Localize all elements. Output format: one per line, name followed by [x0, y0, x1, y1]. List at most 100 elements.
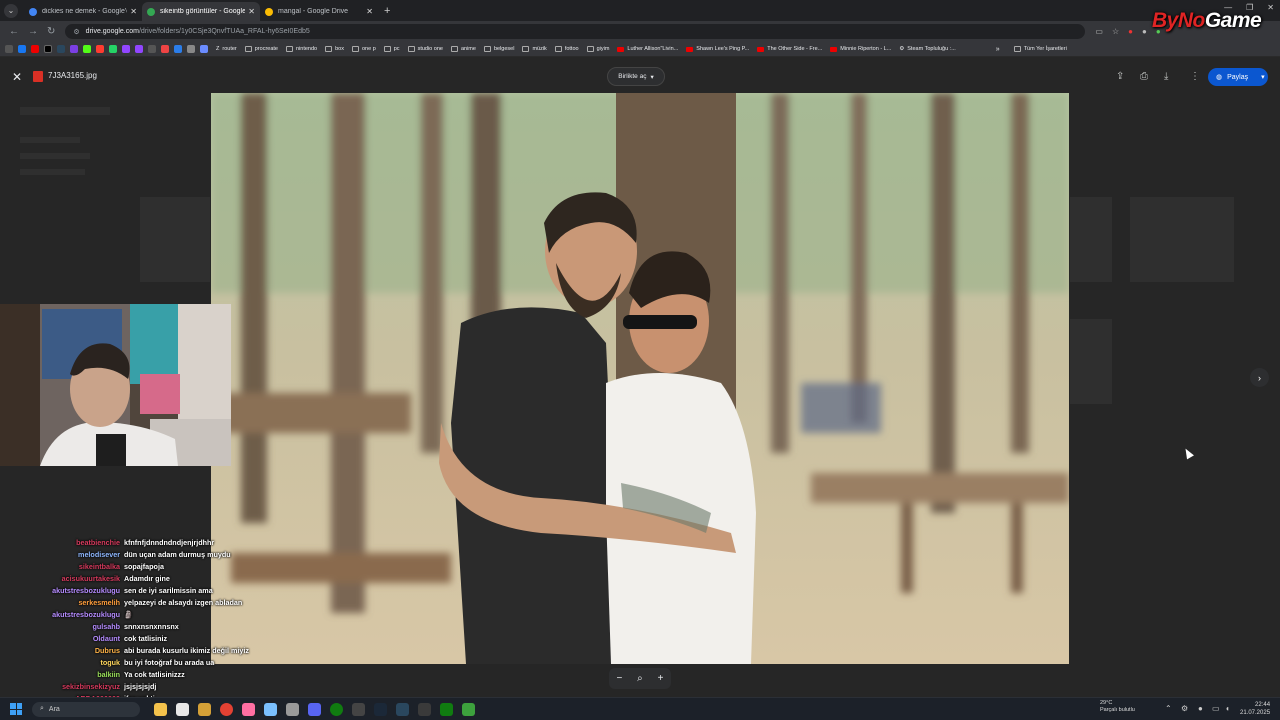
bookmark-folder[interactable]: giyim [586, 46, 609, 52]
windows-start-icon[interactable] [10, 703, 22, 715]
network-icon[interactable]: ▭ [1212, 704, 1220, 713]
facebook-icon[interactable] [18, 45, 26, 53]
chat-username[interactable]: akutstresbozuklugu [0, 586, 124, 595]
new-tab-icon[interactable]: + [384, 5, 390, 17]
bookmark-folder[interactable]: anime [450, 46, 476, 52]
tab-search-icon[interactable]: ⌄ [4, 3, 18, 18]
share-dropdown-icon[interactable]: ▾ [1261, 73, 1265, 81]
add-to-drive-icon[interactable]: ⇪ [1116, 71, 1124, 82]
bookmark-icon[interactable] [161, 45, 169, 53]
whatsapp-icon[interactable] [109, 45, 117, 53]
bookmark-folder[interactable]: fottoo [554, 46, 579, 52]
chat-username[interactable]: balkiin [0, 670, 124, 679]
back-icon[interactable]: ← [9, 26, 19, 37]
chrome-icon[interactable] [220, 702, 233, 716]
share-button[interactable]: ◍ Paylaş ▾ [1208, 68, 1268, 86]
x-icon[interactable] [44, 45, 52, 53]
chat-username[interactable]: toguk [0, 658, 124, 667]
bookmark-youtube[interactable]: Luther Allison"Livin... [617, 46, 678, 52]
more-bookmarks-icon[interactable]: » [996, 46, 1000, 53]
close-tab-icon[interactable]: ✕ [248, 7, 255, 16]
cast-icon[interactable]: ▭ [1095, 27, 1103, 36]
chat-username[interactable]: sekizbinsekizyuz [0, 682, 124, 691]
bookmark-folder[interactable]: müzik [522, 46, 547, 52]
chat-username[interactable]: melodisever [0, 550, 124, 559]
tab-0[interactable]: dickies ne demek - Google'da A ✕ [24, 2, 142, 21]
download-icon[interactable]: ⤓ [1164, 71, 1168, 82]
close-viewer-icon[interactable]: ✕ [12, 70, 22, 84]
xbox-app-icon[interactable] [440, 702, 453, 716]
twitch-icon[interactable] [122, 45, 130, 53]
file-explorer-icon[interactable] [154, 702, 167, 716]
app-icon[interactable] [418, 702, 431, 716]
bookmark-icon[interactable] [96, 45, 104, 53]
bookmark-youtube[interactable]: The Other Side - Fre... [757, 46, 822, 52]
open-with-button[interactable]: Birlikte aç ▾ [607, 67, 665, 86]
zoom-in-icon[interactable]: + [658, 673, 664, 684]
bookmark-folder[interactable]: studio one [407, 46, 443, 52]
chat-username[interactable]: sikeintbalka [0, 562, 124, 571]
bookmark-star-icon[interactable]: ☆ [1112, 27, 1119, 36]
chat-username[interactable]: serkesmelih [0, 598, 124, 607]
twitch-icon[interactable] [135, 45, 143, 53]
bookmark-youtube[interactable]: Minnie Riperton - L... [830, 46, 891, 52]
chat-username[interactable]: gulsahb [0, 622, 124, 631]
microphone-icon[interactable]: ● [1198, 704, 1203, 713]
settings-icon[interactable]: ⚙ [1181, 704, 1188, 713]
app-icon[interactable] [198, 702, 211, 716]
clock[interactable]: 22:44 21.07.2025 [1240, 701, 1270, 717]
bookmark-router[interactable]: Zrouter [216, 46, 237, 52]
chat-username[interactable]: beatbienchie [0, 538, 124, 547]
steam-icon[interactable] [374, 702, 387, 716]
weather-widget[interactable]: 29°C Parçalı bulutlu [1085, 700, 1135, 714]
reload-icon[interactable]: ↻ [47, 26, 55, 37]
kick-icon[interactable] [83, 45, 91, 53]
xbox-app-icon[interactable] [462, 702, 475, 716]
tray-overflow-icon[interactable]: ⌃ [1165, 704, 1172, 713]
taskbar-search[interactable]: ⌕ Ara [32, 701, 140, 717]
site-info-icon[interactable]: ⚙ [73, 28, 79, 36]
zoom-reset-icon[interactable]: ⌕ [637, 673, 643, 684]
app-icon[interactable] [242, 702, 255, 716]
chat-username[interactable]: akutstresbozuklugu [0, 610, 124, 619]
tab-1[interactable]: sikeintb görüntüler - Google Dr ✕ [142, 2, 260, 21]
bookmark-icon[interactable] [174, 45, 182, 53]
close-tab-icon[interactable]: ✕ [366, 7, 373, 16]
bookmark-folder[interactable]: procreate [244, 46, 278, 52]
chat-username[interactable]: Dubrus [0, 646, 124, 655]
next-image-button[interactable]: › [1250, 368, 1269, 387]
more-options-icon[interactable]: ⋮ [1190, 71, 1200, 82]
zoom-out-icon[interactable]: − [616, 673, 622, 684]
app-icon[interactable] [352, 702, 365, 716]
app-icon[interactable] [286, 702, 299, 716]
bookmark-icon[interactable] [148, 45, 156, 53]
bookmark-folder[interactable]: nintendo [286, 46, 317, 52]
extension-icon[interactable]: ● [1128, 27, 1133, 36]
chat-username[interactable]: Oldaunt [0, 634, 124, 643]
extension-icon[interactable]: ● [1142, 27, 1147, 36]
close-tab-icon[interactable]: ✕ [130, 7, 137, 16]
close-window-icon[interactable]: ✕ [1267, 3, 1274, 12]
xbox-icon[interactable] [330, 702, 343, 716]
bookmark-folder[interactable]: pc [383, 46, 400, 52]
apps-icon[interactable] [5, 45, 13, 53]
forward-icon[interactable]: → [28, 26, 38, 37]
steam-icon[interactable] [396, 702, 409, 716]
discord-icon[interactable] [308, 702, 321, 716]
bookmark-folder[interactable]: belgesel [483, 46, 514, 52]
bookmark-icon[interactable] [70, 45, 78, 53]
chat-username[interactable]: acisukuurtakesik [0, 574, 124, 583]
steam-icon[interactable] [57, 45, 65, 53]
bookmark-folder[interactable]: one p [351, 46, 376, 52]
youtube-icon[interactable] [31, 45, 39, 53]
tab-2[interactable]: mangal - Google Drive ✕ [260, 2, 378, 21]
bookmark-icon[interactable] [187, 45, 195, 53]
bookmark-folder[interactable]: box [325, 46, 344, 52]
bookmark-youtube[interactable]: Shawn Lee's Ping P... [686, 46, 749, 52]
bookmark-steam[interactable]: ⚙ Steam Topluluğu :... [899, 46, 955, 52]
app-icon[interactable] [264, 702, 277, 716]
volume-icon[interactable]: ◖ [1225, 704, 1230, 713]
all-bookmarks[interactable]: Tüm Yer İşaretleri [1013, 46, 1067, 52]
print-icon[interactable]: ⎙ [1140, 71, 1148, 82]
address-bar[interactable]: ⚙ drive.google.com/drive/folders/1y0CSje… [65, 24, 1086, 39]
